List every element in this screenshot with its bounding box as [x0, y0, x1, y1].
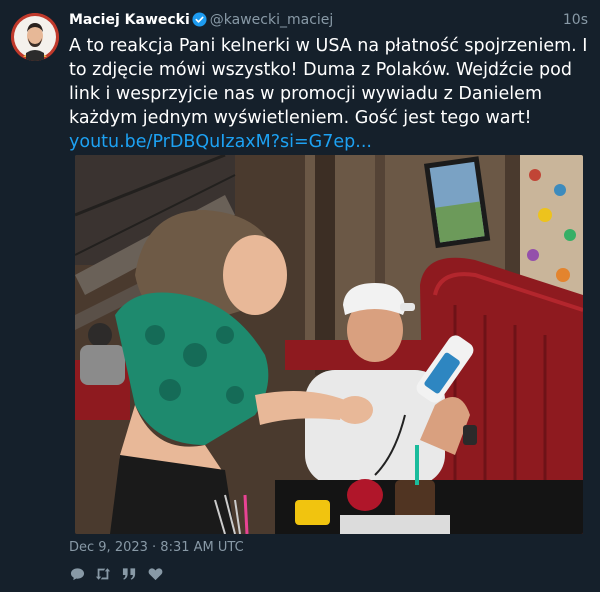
tweet-header: Maciej Kawecki @kawecki_maciej 10s	[69, 11, 588, 31]
verified-badge-icon	[192, 12, 207, 32]
tweet-text: A to reakcja Pani kelnerki w USA na płat…	[69, 34, 589, 154]
tweet-actions	[69, 566, 163, 582]
tweet-card: Maciej Kawecki @kawecki_maciej 10s A to …	[0, 0, 600, 592]
retweet-icon[interactable]	[95, 566, 111, 582]
heart-icon[interactable]	[147, 566, 163, 582]
author-handle[interactable]: @kawecki_maciej	[210, 12, 334, 28]
author-avatar[interactable]	[11, 13, 59, 61]
reply-icon[interactable]	[69, 566, 85, 582]
author-name[interactable]: Maciej Kawecki	[69, 12, 190, 28]
tweet-body: A to reakcja Pani kelnerki w USA na płat…	[69, 36, 588, 128]
quote-icon[interactable]	[121, 566, 137, 582]
tweet-photo[interactable]	[75, 155, 583, 534]
tweet-time[interactable]: 10s	[563, 11, 588, 29]
tweet-date[interactable]: Dec 9, 2023 · 8:31 AM UTC	[69, 540, 244, 555]
tweet-link[interactable]: youtu.be/PrDBQuIzaxM?si=G7ep...	[69, 130, 589, 154]
